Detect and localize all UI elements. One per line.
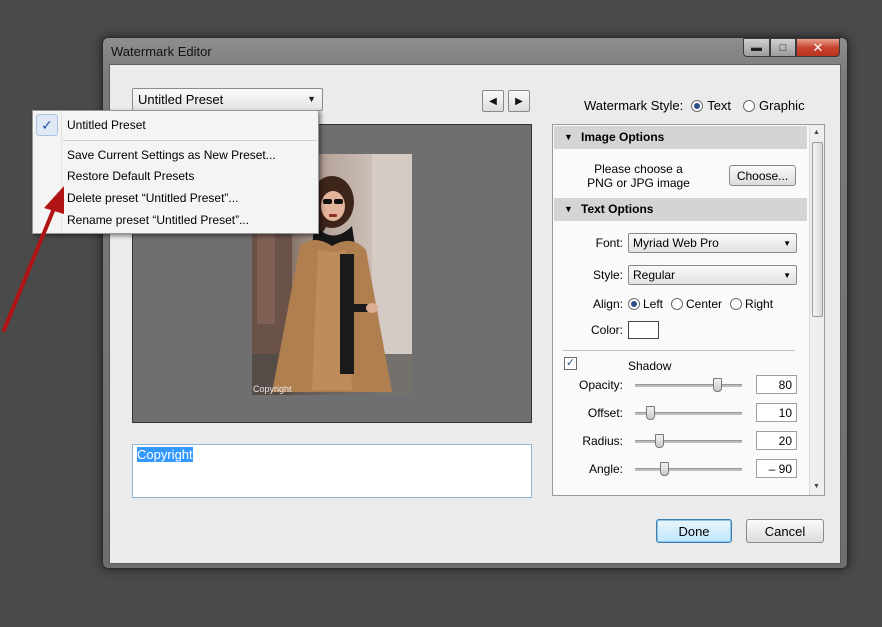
font-style-select[interactable]: Regular ▼ [628,265,797,285]
font-select-value: Myriad Web Pro [633,236,719,250]
color-label: Color: [590,323,623,337]
options-scrollbar[interactable]: ▲ ▼ [809,125,824,495]
angle-label: Angle: [588,462,623,476]
chevron-down-icon: ▼ [783,271,791,280]
scrollbar-thumb[interactable] [812,142,823,317]
arrow-left-icon: ◀ [489,95,497,107]
style-graphic-radio[interactable] [743,99,756,112]
radius-slider-track[interactable] [635,440,742,443]
minimize-icon: ▬ [751,41,762,54]
opacity-slider-thumb[interactable] [713,378,722,392]
annotation-arrow-icon [2,186,64,332]
style-label: Style: [592,268,623,282]
offset-label: Offset: [587,406,623,420]
preview-watermark-text: Copyright [253,384,292,394]
watermark-text-input[interactable]: Copyright [132,444,532,498]
align-left-label[interactable]: Left [643,297,663,311]
preset-select-value: Untitled Preset [138,92,224,107]
radius-value[interactable]: 20 [756,431,797,450]
triangle-down-icon: ▼ [564,132,573,142]
divider [563,350,795,351]
previous-image-button[interactable]: ◀ [482,90,504,112]
chevron-down-icon: ▼ [307,94,316,104]
menu-item-restore-defaults[interactable]: Restore Default Presets [67,169,194,183]
cancel-button[interactable]: Cancel [746,519,824,543]
image-options-header[interactable]: ▼ Image Options [554,126,807,149]
close-button[interactable]: ✕ [796,38,840,57]
shadow-checkbox[interactable]: ✓ [564,357,577,370]
menu-item-untitled-preset[interactable]: Untitled Preset [67,118,146,132]
align-right-label[interactable]: Right [745,297,773,311]
image-prompt: Please choose a PNG or JPG image [571,162,706,190]
preset-select[interactable]: Untitled Preset ▼ [132,88,323,111]
align-right-radio[interactable] [730,298,743,310]
menu-item-save-preset[interactable]: Save Current Settings as New Preset... [67,148,276,162]
opacity-value[interactable]: 80 [756,375,797,394]
triangle-down-icon: ▼ [564,204,573,214]
window-title: Watermark Editor [111,44,212,59]
next-image-button[interactable]: ▶ [508,90,530,112]
opacity-label: Opacity: [578,378,623,392]
font-select[interactable]: Myriad Web Pro ▼ [628,233,797,253]
maximize-icon: □ [779,41,787,54]
arrow-right-icon: ▶ [515,95,523,107]
shadow-label: Shadow [628,359,672,373]
align-label: Align: [592,297,623,311]
image-prompt-line2: PNG or JPG image [587,176,690,190]
font-style-select-value: Regular [633,268,676,282]
angle-slider-track[interactable] [635,468,742,471]
align-group: Left Center Right [628,297,773,311]
offset-value[interactable]: 10 [756,403,797,422]
scroll-up-icon[interactable]: ▲ [813,129,820,136]
style-text-label[interactable]: Text [707,98,731,113]
watermark-text-value: Copyright [137,447,193,462]
align-center-label[interactable]: Center [686,297,722,311]
maximize-button[interactable]: □ [770,38,796,57]
menu-item-rename-preset[interactable]: Rename preset “Untitled Preset”... [67,213,249,227]
menu-separator [63,140,317,141]
window-controls: ▬ □ ✕ [743,38,840,57]
options-panel: ▼ Image Options Please choose a PNG or J… [552,124,825,496]
text-color-swatch[interactable] [628,321,659,339]
watermark-style-label: Watermark Style: [584,98,684,113]
angle-value[interactable]: – 90 [756,459,797,478]
image-prompt-line1: Please choose a [594,162,683,176]
scroll-down-icon[interactable]: ▼ [813,483,820,490]
text-options-title: Text Options [581,202,654,216]
font-label: Font: [595,236,623,250]
offset-slider-thumb[interactable] [646,406,655,420]
chevron-down-icon: ▼ [783,239,791,248]
options-panel-content: ▼ Image Options Please choose a PNG or J… [553,125,809,495]
checkmark-icon: ✓ [565,357,576,369]
radius-slider-thumb[interactable] [655,434,664,448]
text-options-header[interactable]: ▼ Text Options [554,198,807,221]
style-text-radio[interactable] [691,99,704,112]
checkmark-icon: ✓ [36,114,58,136]
done-button[interactable]: Done [656,519,732,543]
choose-image-button[interactable]: Choose... [729,165,796,186]
align-center-radio[interactable] [671,298,684,310]
style-graphic-label[interactable]: Graphic [759,98,805,113]
close-icon: ✕ [812,39,824,55]
opacity-slider-track[interactable] [635,384,742,387]
radius-label: Radius: [582,434,623,448]
image-options-title: Image Options [581,130,665,144]
watermark-style-group: Watermark Style: Text Graphic [584,98,805,113]
menu-item-delete-preset[interactable]: Delete preset “Untitled Preset”... [67,191,238,205]
angle-slider-thumb[interactable] [660,462,669,476]
minimize-button[interactable]: ▬ [743,38,770,57]
align-left-radio[interactable] [628,298,640,310]
